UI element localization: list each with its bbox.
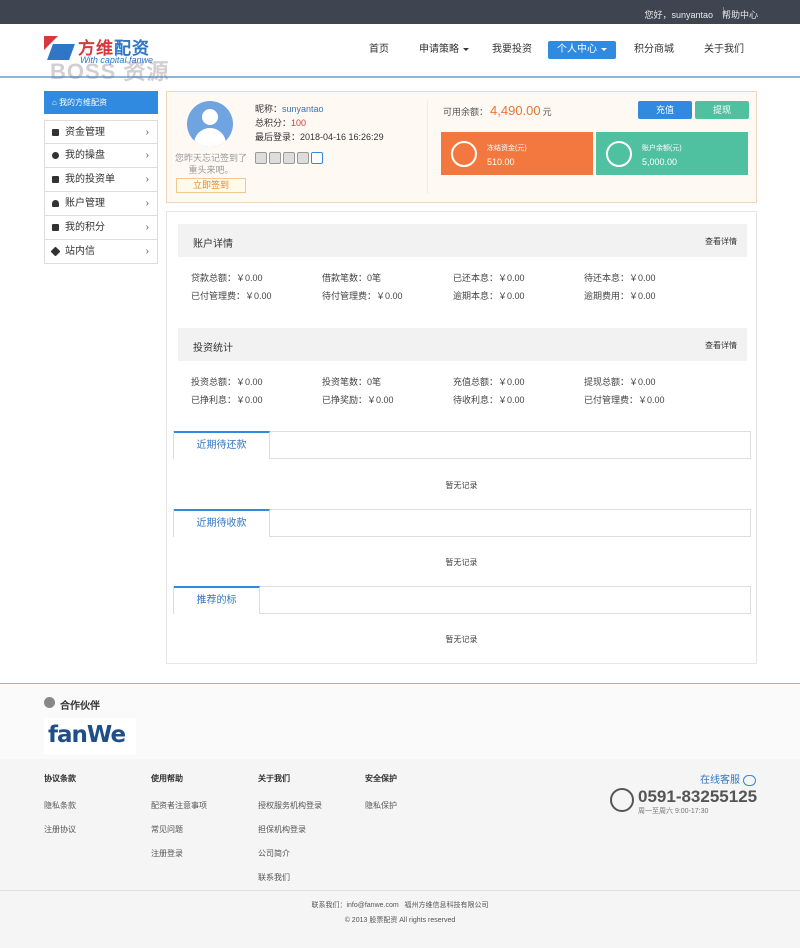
watermark: BOSS 资源: [50, 59, 170, 84]
sidebar-item-account[interactable]: 账户管理 ›: [44, 192, 158, 216]
recommended-tabs: 推荐的标: [173, 586, 751, 614]
empty-state: 暂无记录: [445, 635, 478, 644]
footer-divider: [0, 890, 800, 891]
coins-icon: [52, 129, 59, 136]
partners-title: 合作伙伴: [60, 701, 100, 712]
upcoming-repayments-tabs: 近期待还款: [173, 431, 751, 459]
site-header: 方维配资 With capital fanwe BOSS 资源: [0, 24, 800, 84]
sidebar-header[interactable]: ⌂ 我的方维配资: [44, 91, 158, 114]
nav-points-mall[interactable]: 积分商城: [628, 41, 680, 59]
lock-icon: [451, 141, 477, 167]
footer-col-about: 关于我们 授权服务机构登录 担保机构登录 公司简介 联系我们: [258, 774, 322, 883]
nav-user-center[interactable]: 个人中心: [548, 41, 616, 59]
footer-link[interactable]: 注册协议: [44, 824, 76, 835]
online-service-link[interactable]: 在线客服: [700, 771, 756, 786]
settings-icon[interactable]: [311, 152, 323, 164]
partner-icon: [44, 697, 55, 708]
nav-apply-strategy[interactable]: 申请策略: [414, 41, 474, 59]
footer-col-help: 使用帮助 配资者注意事项 常见问题 注册登录: [151, 774, 207, 859]
total-points: 100: [291, 118, 307, 128]
recharge-button[interactable]: 充值: [638, 101, 692, 119]
phone-icon[interactable]: [269, 152, 281, 164]
site-logo[interactable]: 方维配资 With capital fanwe BOSS 资源: [44, 34, 224, 84]
footer-link[interactable]: 配资者注意事项: [151, 800, 207, 811]
contact-info: 联系我们：info@fanwe.com 福州方维信息科技有限公司: [311, 902, 489, 909]
section-title: 账户详情: [193, 239, 233, 250]
tab-upcoming-repayments[interactable]: 近期待还款: [174, 431, 270, 459]
bank-card-icon[interactable]: [297, 152, 309, 164]
copyright: © 2013 股票配资 All rights reserved: [344, 917, 456, 924]
fanwe-partner-logo[interactable]: fanWe: [44, 718, 136, 754]
id-card-icon[interactable]: [255, 152, 267, 164]
empty-state: 暂无记录: [445, 558, 478, 567]
sign-in-tip: 您昨天忘记签到了重头来吧。: [175, 153, 248, 175]
email-icon[interactable]: [283, 152, 295, 164]
sidebar-item-points[interactable]: 我的积分 ›: [44, 216, 158, 240]
top-bar: 您好，sunyantao 帮助中心: [0, 0, 800, 24]
view-details-link[interactable]: 查看详情: [705, 340, 737, 351]
main-content: 账户详情 查看详情 贷款总额：￥0.00 借款笔数：0笔 已还本息：￥0.00 …: [166, 211, 757, 664]
footer-link[interactable]: 注册登录: [151, 848, 207, 859]
nav-about[interactable]: 关于我们: [700, 41, 748, 59]
account-detail-header: 账户详情 查看详情: [178, 224, 747, 257]
pie-chart-icon: [52, 152, 59, 159]
nickname: sunyantao: [282, 104, 324, 114]
available-balance: 可用余额： 4,490.00 元: [443, 103, 552, 118]
nav-home[interactable]: 首页: [360, 41, 398, 59]
chevron-down-icon: [463, 47, 469, 51]
invest-stats-header: 投资统计 查看详情: [178, 328, 747, 361]
site-footer: 协议条款 隐私条款 注册协议 使用帮助 配资者注意事项 常见问题 注册登录 关于…: [0, 759, 800, 948]
sidebar: ⌂ 我的方维配资 资金管理 › 我的操盘 › 我的投资单 › 账户管理 › 我的积分 › …: [44, 91, 158, 264]
divider: [427, 100, 428, 194]
footer-link[interactable]: 授权服务机构登录: [258, 800, 322, 811]
last-login: 最后登录：2018-04-16 16:26:29: [255, 132, 384, 142]
message-icon: [50, 246, 61, 257]
sidebar-item-funds[interactable]: 资金管理 ›: [44, 120, 158, 144]
user-greeting: 您好，sunyantao: [644, 10, 713, 20]
footer-link[interactable]: 担保机构登录: [258, 824, 322, 835]
verification-icons: [255, 152, 325, 166]
empty-state: 暂无记录: [445, 481, 478, 490]
view-details-link[interactable]: 查看详情: [705, 236, 737, 247]
crown-icon: [52, 224, 59, 231]
footer-col-security: 安全保护 隐私保护: [365, 774, 397, 811]
tab-upcoming-receivables[interactable]: 近期待收款: [174, 509, 270, 537]
frozen-funds-card: 冻结资金(元) 510.00: [441, 132, 593, 175]
sidebar-item-investments[interactable]: 我的投资单 ›: [44, 168, 158, 192]
withdraw-button[interactable]: 提现: [695, 101, 749, 119]
tab-recommended[interactable]: 推荐的标: [174, 586, 260, 614]
phone-icon: [610, 788, 634, 812]
help-center-link[interactable]: 帮助中心: [722, 8, 758, 21]
sign-in-button[interactable]: 立即签到: [176, 178, 246, 193]
footer-link[interactable]: 公司简介: [258, 848, 322, 859]
footer-col-terms: 协议条款 隐私条款 注册协议: [44, 774, 76, 835]
profile-panel: 您昨天忘记签到了重头来吧。 立即签到 昵称：sunyantao 总积分：100 …: [166, 91, 757, 203]
avatar[interactable]: [187, 101, 233, 147]
user-icon: [52, 200, 59, 207]
footer-link[interactable]: 联系我们: [258, 872, 322, 883]
sidebar-item-messages[interactable]: 站内信 ›: [44, 240, 158, 264]
footer-link[interactable]: 隐私保护: [365, 800, 397, 811]
chat-bubble-icon: [743, 774, 756, 786]
list-icon: [52, 176, 59, 183]
section-title: 投资统计: [193, 343, 233, 354]
partners-section: 合作伙伴 fanWe: [0, 683, 800, 759]
footer-link[interactable]: 隐私条款: [44, 800, 76, 811]
chevron-down-icon: [601, 47, 607, 51]
footer-link[interactable]: 常见问题: [151, 824, 207, 835]
upcoming-receivables-tabs: 近期待收款: [173, 509, 751, 537]
nav-invest[interactable]: 我要投资: [486, 41, 538, 59]
sidebar-item-trading[interactable]: 我的操盘 ›: [44, 144, 158, 168]
account-balance-card: 账户余额(元) 5,000.00: [596, 132, 748, 175]
user-info: 昵称：sunyantao 总积分：100 最后登录：2018-04-16 16:…: [255, 104, 384, 142]
coins-icon: [606, 141, 632, 167]
